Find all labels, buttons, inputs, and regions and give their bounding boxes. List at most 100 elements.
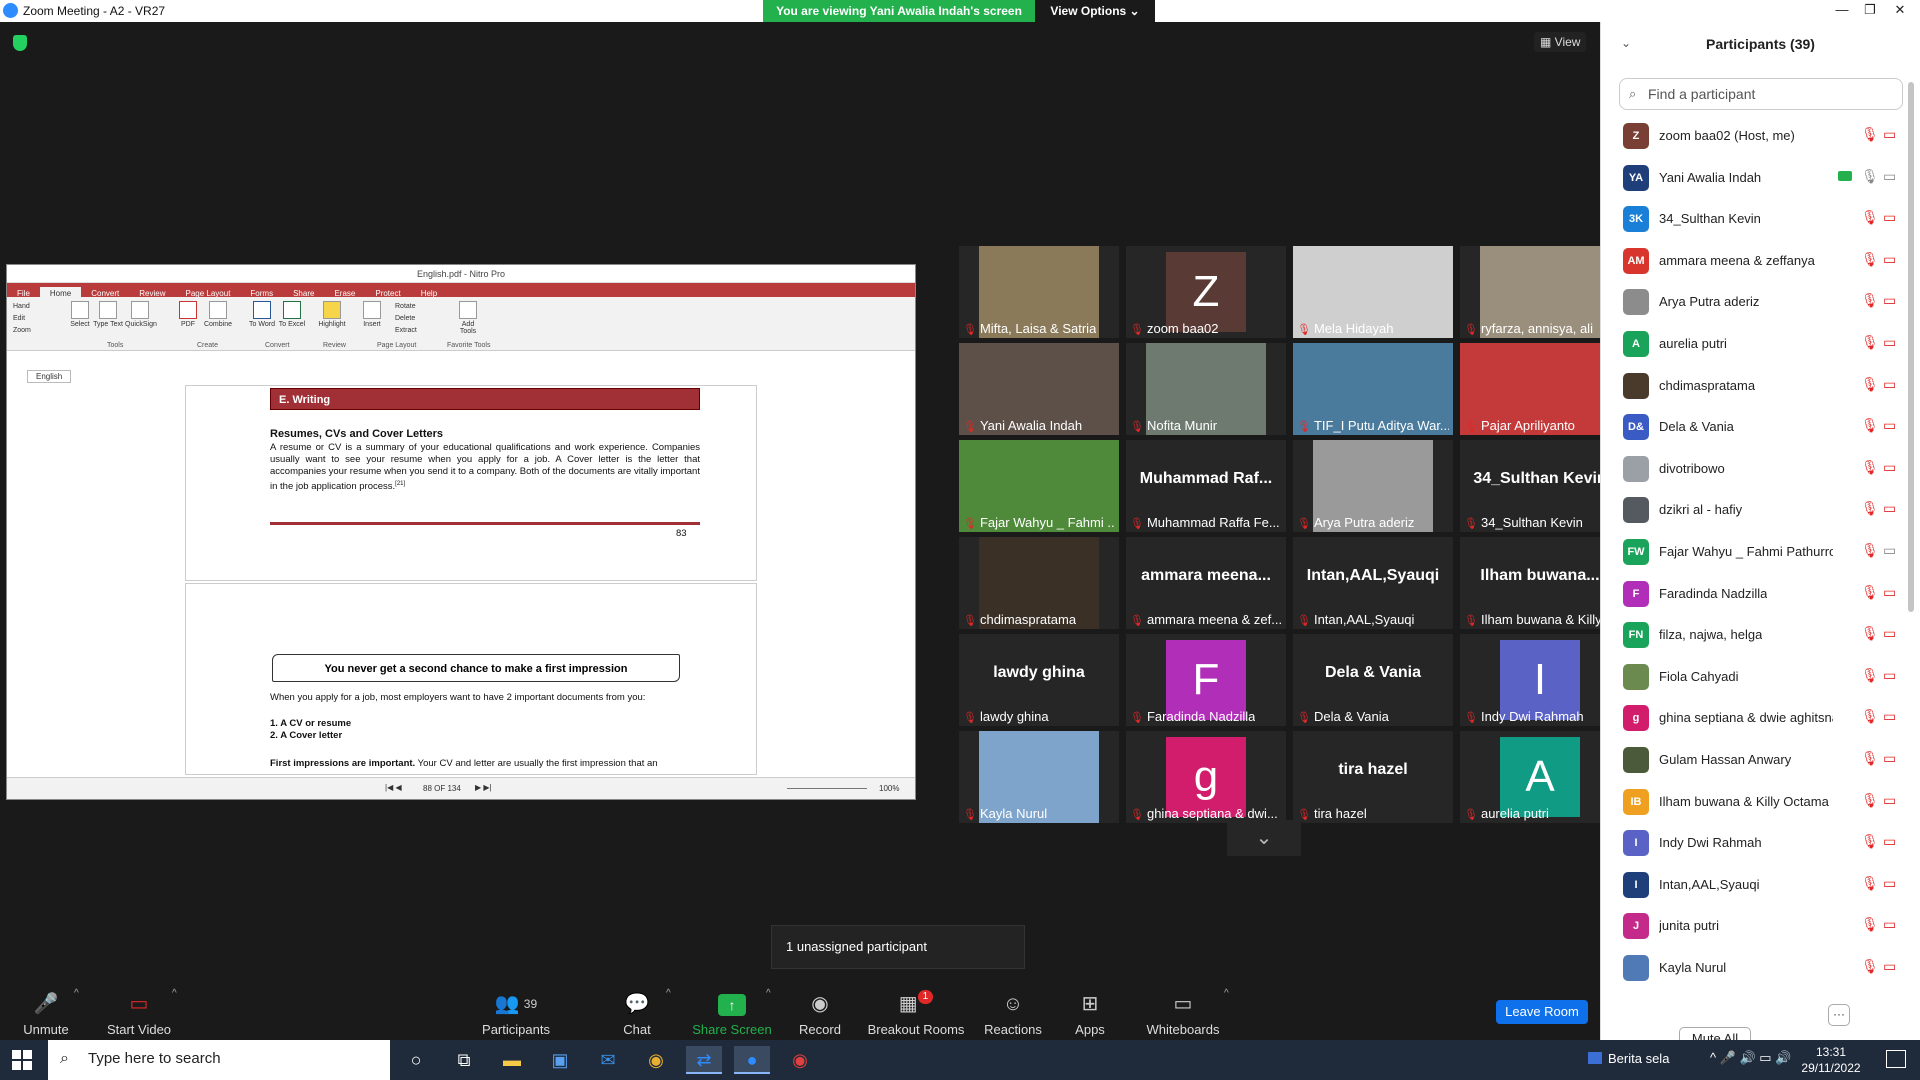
video-off-icon[interactable]: ▭	[1883, 584, 1896, 601]
video-off-icon[interactable]: ▭	[1883, 459, 1896, 476]
unassigned-participant-toast[interactable]: 1 unassigned participant	[771, 925, 1025, 969]
chrome-icon[interactable]: ◉	[638, 1046, 674, 1074]
participant-row[interactable]: F Faradinda Nadzilla 🎙 ▭	[1601, 572, 1901, 613]
mic-muted-icon[interactable]: 🎙	[1861, 209, 1879, 226]
video-tile[interactable]: 🎙 Fajar Wahyu _ Fahmi ...	[959, 440, 1119, 532]
whiteboards-caret-icon[interactable]: ^	[1224, 988, 1229, 999]
video-tile[interactable]: Intan,AAL,Syauqi 🎙 Intan,AAL,Syauqi	[1293, 537, 1453, 629]
add-tools-button[interactable]: Add Tools	[453, 301, 483, 335]
share-screen-button[interactable]: ↑ Share Screen ^	[690, 980, 774, 1040]
delete-button[interactable]: Delete	[395, 313, 417, 325]
grid-scroll-down-button[interactable]: ⌄	[1227, 820, 1301, 856]
news-widget[interactable]: Berita sela	[1608, 1051, 1669, 1066]
mic-muted-icon[interactable]: 🎙	[1861, 334, 1879, 351]
edit-tool[interactable]: Edit	[13, 313, 31, 325]
video-tile[interactable]: A 🎙 aurelia putri	[1460, 731, 1620, 823]
combine-button[interactable]: Combine	[203, 301, 233, 328]
page-indicator[interactable]: 88 OF 134	[423, 784, 461, 793]
document-tab[interactable]: English	[27, 370, 72, 383]
video-tile[interactable]: 🎙 Mela Hidayah	[1293, 246, 1453, 338]
participant-row[interactable]: YA Yani Awalia Indah 🎙 ▭	[1601, 156, 1901, 197]
participant-row[interactable]: Fiola Cahyadi 🎙 ▭	[1601, 655, 1901, 696]
mic-muted-icon[interactable]: 🎙	[1861, 251, 1879, 268]
video-off-icon[interactable]: ▭	[1883, 750, 1896, 767]
participant-row[interactable]: I Indy Dwi Rahmah 🎙 ▭	[1601, 821, 1901, 862]
mic-muted-icon[interactable]: 🎙	[1861, 833, 1879, 850]
zoom-app-icon[interactable]: ●	[734, 1046, 770, 1074]
hand-tool[interactable]: Hand	[13, 301, 31, 313]
chat-button[interactable]: 💬 Chat ^	[608, 980, 670, 1040]
mic-muted-icon[interactable]: 🎙	[1861, 958, 1879, 975]
audio-caret-icon[interactable]: ^	[74, 988, 79, 999]
participant-row[interactable]: Gulam Hassan Anwary 🎙 ▭	[1601, 738, 1901, 779]
participant-row[interactable]: I Intan,AAL,Syauqi 🎙 ▭	[1601, 863, 1901, 904]
mic-muted-icon[interactable]: 🎙	[1861, 708, 1879, 725]
video-tile[interactable]: F 🎙 Faradinda Nadzilla	[1126, 634, 1286, 726]
store-icon[interactable]: ▣	[542, 1046, 578, 1074]
start-video-button[interactable]: ▭ Start Video ^	[102, 980, 177, 1040]
participant-row[interactable]: dzikri al - hafiy 🎙 ▭	[1601, 488, 1901, 529]
page-nav-first-icon[interactable]: |◀ ◀	[385, 783, 402, 792]
video-off-icon[interactable]: ▭	[1883, 625, 1896, 642]
video-tile[interactable]: tira hazel 🎙 tira hazel	[1293, 731, 1453, 823]
mic-muted-icon[interactable]: 🎙	[1861, 667, 1879, 684]
participant-row[interactable]: g ghina septiana & dwie aghitsna 🎙 ▭	[1601, 696, 1901, 737]
select-button[interactable]: Select	[65, 301, 95, 328]
video-tile[interactable]: 🎙 Kayla Nurul	[959, 731, 1119, 823]
windows-start-icon[interactable]	[12, 1050, 32, 1070]
zoom-tool[interactable]: Zoom	[13, 325, 31, 337]
rotate-button[interactable]: Rotate	[395, 301, 417, 313]
leave-room-button[interactable]: Leave Room	[1496, 1000, 1588, 1024]
mic-muted-icon[interactable]: 🎙	[1861, 792, 1879, 809]
shared-screen[interactable]: English.pdf - Nitro Pro File Home Convert R…	[6, 264, 916, 800]
video-off-icon[interactable]: ▭	[1883, 708, 1896, 725]
video-tile[interactable]: Ilham buwana... 🎙 Ilham buwana & Killy ...	[1460, 537, 1620, 629]
video-tile[interactable]: 🎙 Arya Putra aderiz	[1293, 440, 1453, 532]
video-tile[interactable]: Z 🎙 zoom baa02	[1126, 246, 1286, 338]
to-excel-button[interactable]: To Excel	[277, 301, 307, 328]
apps-button[interactable]: ⊞ Apps	[1064, 980, 1116, 1040]
video-off-icon[interactable]: ▭	[1883, 667, 1896, 684]
video-off-icon[interactable]: ▭	[1883, 916, 1896, 933]
taskbar-clock[interactable]: 13:31 29/11/2022	[1796, 1044, 1866, 1076]
security-shield-icon[interactable]	[13, 35, 27, 51]
video-off-icon[interactable]: ▭	[1883, 334, 1896, 351]
participants-button[interactable]: 👥 39 Participants	[476, 980, 556, 1040]
video-off-icon[interactable]: ▭	[1883, 875, 1896, 892]
video-tile[interactable]: 🎙 Nofita Munir	[1126, 343, 1286, 435]
extract-button[interactable]: Extract	[395, 325, 417, 337]
document-viewport[interactable]: E. Writing Resumes, CVs and Cover Letter…	[21, 385, 913, 775]
video-caret-icon[interactable]: ^	[172, 988, 177, 999]
zoom-slider[interactable]	[787, 788, 867, 789]
pdf-button[interactable]: PDF	[173, 301, 203, 328]
video-tile[interactable]: 🎙 Pajar Apriliyanto	[1460, 343, 1620, 435]
mic-muted-icon[interactable]: 🎙	[1861, 542, 1879, 559]
video-off-icon[interactable]: ▭	[1883, 126, 1896, 143]
participant-row[interactable]: divotribowo 🎙 ▭	[1601, 447, 1901, 488]
mic-muted-icon[interactable]: 🎙	[1861, 417, 1879, 434]
type-text-button[interactable]: Type Text	[93, 301, 123, 328]
mic-muted-icon[interactable]: 🎙	[1861, 916, 1879, 933]
close-button[interactable]: ✕	[1880, 2, 1920, 20]
mic-muted-icon[interactable]: 🎙	[1861, 584, 1879, 601]
insert-button[interactable]: Insert	[357, 301, 387, 328]
video-off-icon[interactable]: ▭	[1883, 209, 1896, 226]
mic-muted-icon[interactable]: 🎙	[1861, 459, 1879, 476]
participant-row[interactable]: Zzoom baa02 (Host, me) 🎙 ▭	[1601, 114, 1901, 155]
whiteboards-button[interactable]: ▭ Whiteboards ^	[1142, 980, 1229, 1040]
more-options-button[interactable]: ···	[1828, 1004, 1850, 1026]
video-tile[interactable]: 🎙 chdimaspratama	[959, 537, 1119, 629]
task-view-icon[interactable]: ⧉	[446, 1046, 482, 1074]
teamviewer-icon[interactable]: ⇄	[686, 1046, 722, 1074]
participant-row[interactable]: Aaurelia putri 🎙 ▭	[1601, 322, 1901, 363]
chrome-profile-icon[interactable]: ◉	[782, 1046, 818, 1074]
video-off-icon[interactable]: ▭	[1883, 500, 1896, 517]
video-off-icon[interactable]: ▭	[1883, 542, 1896, 559]
video-tile[interactable]: 🎙 Mifta, Laisa & Satria	[959, 246, 1119, 338]
page-nav-last-icon[interactable]: ▶ ▶|	[475, 783, 492, 792]
participant-row[interactable]: D& Dela & Vania 🎙 ▭	[1601, 405, 1901, 446]
participant-row[interactable]: AM ammara meena & zeffanya 🎙 ▭	[1601, 239, 1901, 280]
to-word-button[interactable]: To Word	[247, 301, 277, 328]
taskbar-search-input[interactable]: Type here to search	[48, 1040, 390, 1080]
video-tile[interactable]: 34_Sulthan Kevin 🎙 34_Sulthan Kevin	[1460, 440, 1620, 532]
